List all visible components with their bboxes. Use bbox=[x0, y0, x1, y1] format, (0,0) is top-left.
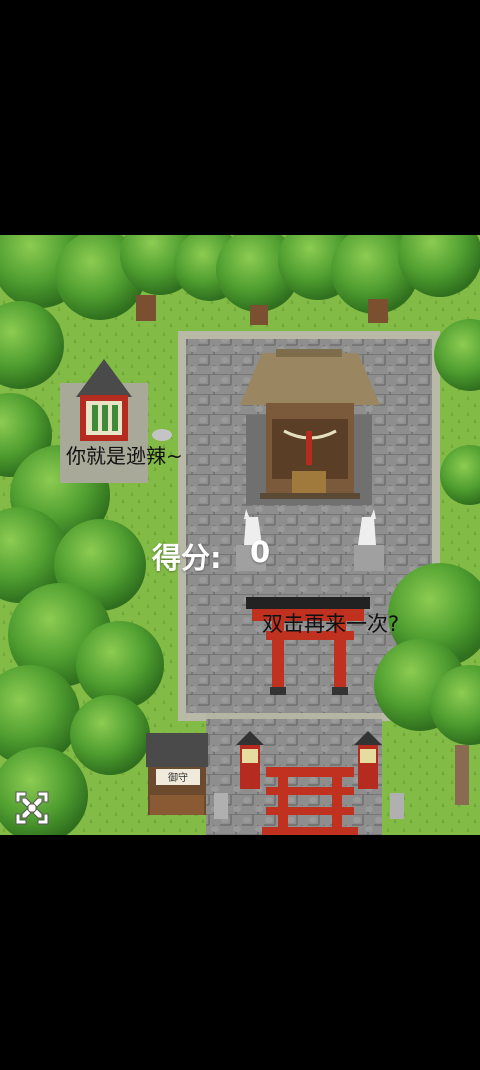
retry-prompt[interactable]: 双击再来一次? bbox=[262, 608, 399, 638]
game-message: 你就是逊辣~ bbox=[66, 444, 183, 468]
fullscreen-toggle-icon[interactable] bbox=[14, 790, 50, 826]
score-value: 0 bbox=[250, 535, 271, 569]
stall-sign-text: 御守 bbox=[168, 771, 188, 784]
game-stage[interactable]: 御守 你就是逊辣~ 得分: 0 双击再来一次? bbox=[0, 235, 480, 835]
shrine-scene: 御守 bbox=[0, 235, 480, 835]
omamori-stall: 御守 bbox=[146, 733, 208, 815]
score-label: 得分: bbox=[152, 541, 222, 575]
main-shrine bbox=[240, 349, 380, 505]
